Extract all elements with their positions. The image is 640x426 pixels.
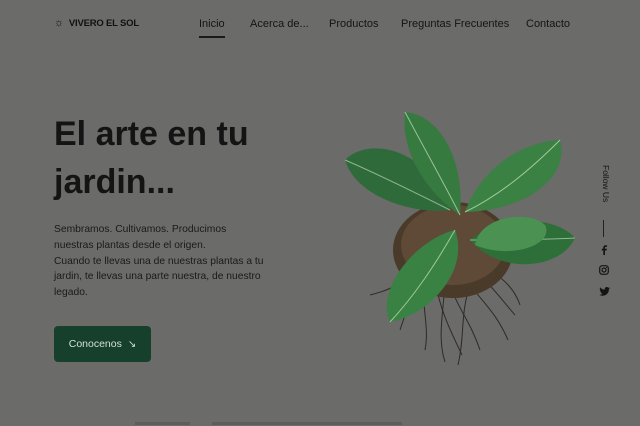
nav-item-inicio[interactable]: Inicio bbox=[199, 18, 225, 38]
arrow-down-right-icon: ↘ bbox=[127, 338, 137, 350]
cta-label: Conocenos bbox=[68, 338, 122, 350]
social-sidebar: Follow Us bbox=[594, 165, 614, 305]
hero-text-line-3: Cuando te llevas una de nuestras plantas… bbox=[54, 255, 264, 267]
conocenos-button[interactable]: Conocenos ↘ bbox=[54, 326, 151, 362]
nav-item-contacto[interactable]: Contacto bbox=[526, 18, 570, 30]
bottom-line-1 bbox=[135, 422, 190, 425]
hero-text-line-1: Sembramos. Cultivamos. Producimos bbox=[54, 224, 227, 235]
divider-line bbox=[603, 220, 604, 237]
instagram-icon[interactable] bbox=[594, 263, 614, 277]
facebook-icon[interactable] bbox=[594, 242, 614, 256]
main-nav: Inicio Acerca de... Productos Preguntas … bbox=[0, 18, 640, 42]
hero-description: Sembramos. Cultivamos. Producimos nuestr… bbox=[54, 222, 284, 301]
twitter-icon[interactable] bbox=[594, 284, 614, 298]
nav-item-preguntas[interactable]: Preguntas Frecuentes bbox=[401, 18, 509, 30]
hero-text-line-2: nuestras plantas desde el origen. bbox=[54, 239, 206, 251]
nav-item-productos[interactable]: Productos bbox=[329, 18, 379, 30]
hero-text-line-4: jardin, te llevas una parte nuestra, de … bbox=[54, 271, 261, 283]
hero-text-line-5: legado. bbox=[54, 287, 88, 299]
follow-us-label: Follow Us bbox=[601, 165, 611, 203]
hero-title: El arte en tu jardin... bbox=[54, 110, 334, 206]
nav-item-acerca[interactable]: Acerca de... bbox=[250, 18, 309, 30]
hero-title-line-1: El arte en tu bbox=[54, 115, 249, 153]
hero-title-line-2: jardin... bbox=[54, 163, 175, 201]
top-navigation-bar: ☼ VIVERO EL SOL Inicio Acerca de... Prod… bbox=[0, 0, 640, 50]
bottom-line-2 bbox=[212, 422, 402, 425]
bottom-edge bbox=[0, 422, 640, 426]
plant-image bbox=[344, 111, 576, 366]
